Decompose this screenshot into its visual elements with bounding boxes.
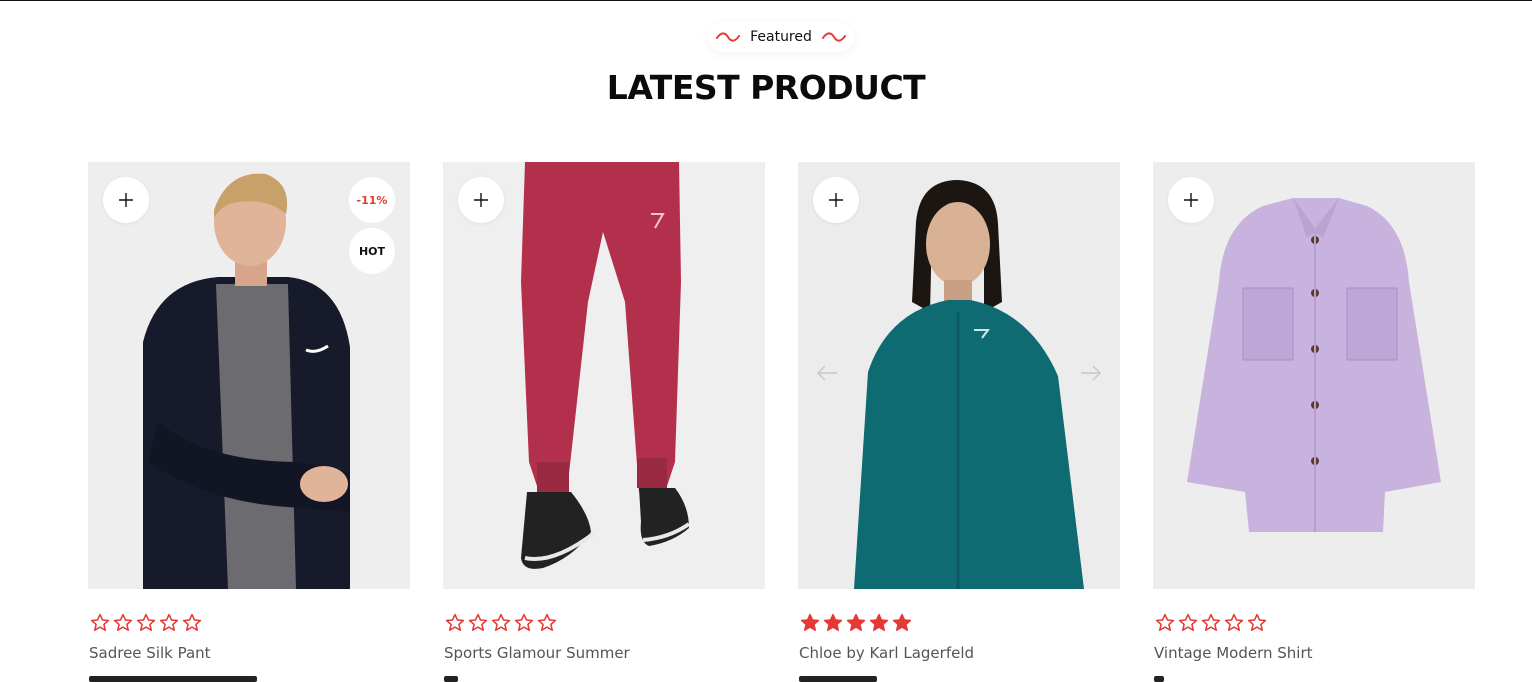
- product-image[interactable]: [798, 162, 1120, 589]
- arrow-right-icon[interactable]: [1080, 364, 1102, 382]
- plus-icon: [1184, 193, 1198, 207]
- star-filled-icon: [869, 613, 889, 631]
- product-card[interactable]: Vintage Modern Shirt: [1153, 162, 1475, 682]
- featured-eyebrow: Featured: [708, 22, 854, 52]
- star-outline-icon: [159, 613, 179, 631]
- star-outline-icon: [445, 613, 465, 631]
- product-photo-joggers: [443, 162, 765, 589]
- top-border: [0, 0, 1532, 1]
- product-image[interactable]: -11% HOT: [88, 162, 410, 589]
- hot-badge: HOT: [349, 228, 395, 274]
- rating-stars: [1155, 613, 1267, 633]
- price-text-cropped: [1154, 676, 1164, 682]
- plus-icon: [474, 193, 488, 207]
- star-outline-icon: [491, 613, 511, 631]
- section-title: LATEST PRODUCT: [606, 68, 926, 107]
- wave-left-icon: [716, 32, 741, 42]
- product-card[interactable]: Chloe by Karl Lagerfeld: [798, 162, 1120, 682]
- plus-icon: [829, 193, 843, 207]
- plus-icon: [119, 193, 133, 207]
- add-to-cart-button[interactable]: [1168, 177, 1214, 223]
- product-photo-shirt: [1153, 162, 1475, 589]
- product-card[interactable]: -11% HOT Sadree Silk Pant: [88, 162, 410, 682]
- star-outline-icon: [1178, 613, 1198, 631]
- star-outline-icon: [1224, 613, 1244, 631]
- star-outline-icon: [136, 613, 156, 631]
- star-filled-icon: [846, 613, 866, 631]
- add-to-cart-button[interactable]: [458, 177, 504, 223]
- price-text-cropped: [89, 676, 257, 682]
- star-outline-icon: [468, 613, 488, 631]
- rating-stars: [445, 613, 557, 633]
- star-outline-icon: [537, 613, 557, 631]
- product-name[interactable]: Vintage Modern Shirt: [1154, 644, 1313, 662]
- product-name[interactable]: Sports Glamour Summer: [444, 644, 630, 662]
- discount-badge: -11%: [349, 177, 395, 223]
- price-text-cropped: [799, 676, 877, 682]
- add-to-cart-button[interactable]: [813, 177, 859, 223]
- star-outline-icon: [1155, 613, 1175, 631]
- arrow-left-icon[interactable]: [816, 364, 838, 382]
- wave-right-icon: [821, 32, 846, 42]
- product-card[interactable]: Sports Glamour Summer: [443, 162, 765, 682]
- add-to-cart-button[interactable]: [103, 177, 149, 223]
- product-name[interactable]: Sadree Silk Pant: [89, 644, 211, 662]
- star-filled-icon: [892, 613, 912, 631]
- star-outline-icon: [1201, 613, 1221, 631]
- star-outline-icon: [1247, 613, 1267, 631]
- star-outline-icon: [113, 613, 133, 631]
- product-photo-hoodie: [88, 162, 410, 589]
- product-image[interactable]: [443, 162, 765, 589]
- eyebrow-label: Featured: [750, 29, 812, 45]
- star-outline-icon: [182, 613, 202, 631]
- star-filled-icon: [800, 613, 820, 631]
- star-outline-icon: [90, 613, 110, 631]
- star-outline-icon: [514, 613, 534, 631]
- rating-stars: [90, 613, 202, 633]
- product-image[interactable]: [1153, 162, 1475, 589]
- product-photo-jacket: [798, 162, 1120, 589]
- star-filled-icon: [823, 613, 843, 631]
- product-name[interactable]: Chloe by Karl Lagerfeld: [799, 644, 974, 662]
- rating-stars: [800, 613, 912, 633]
- price-text-cropped: [444, 676, 458, 682]
